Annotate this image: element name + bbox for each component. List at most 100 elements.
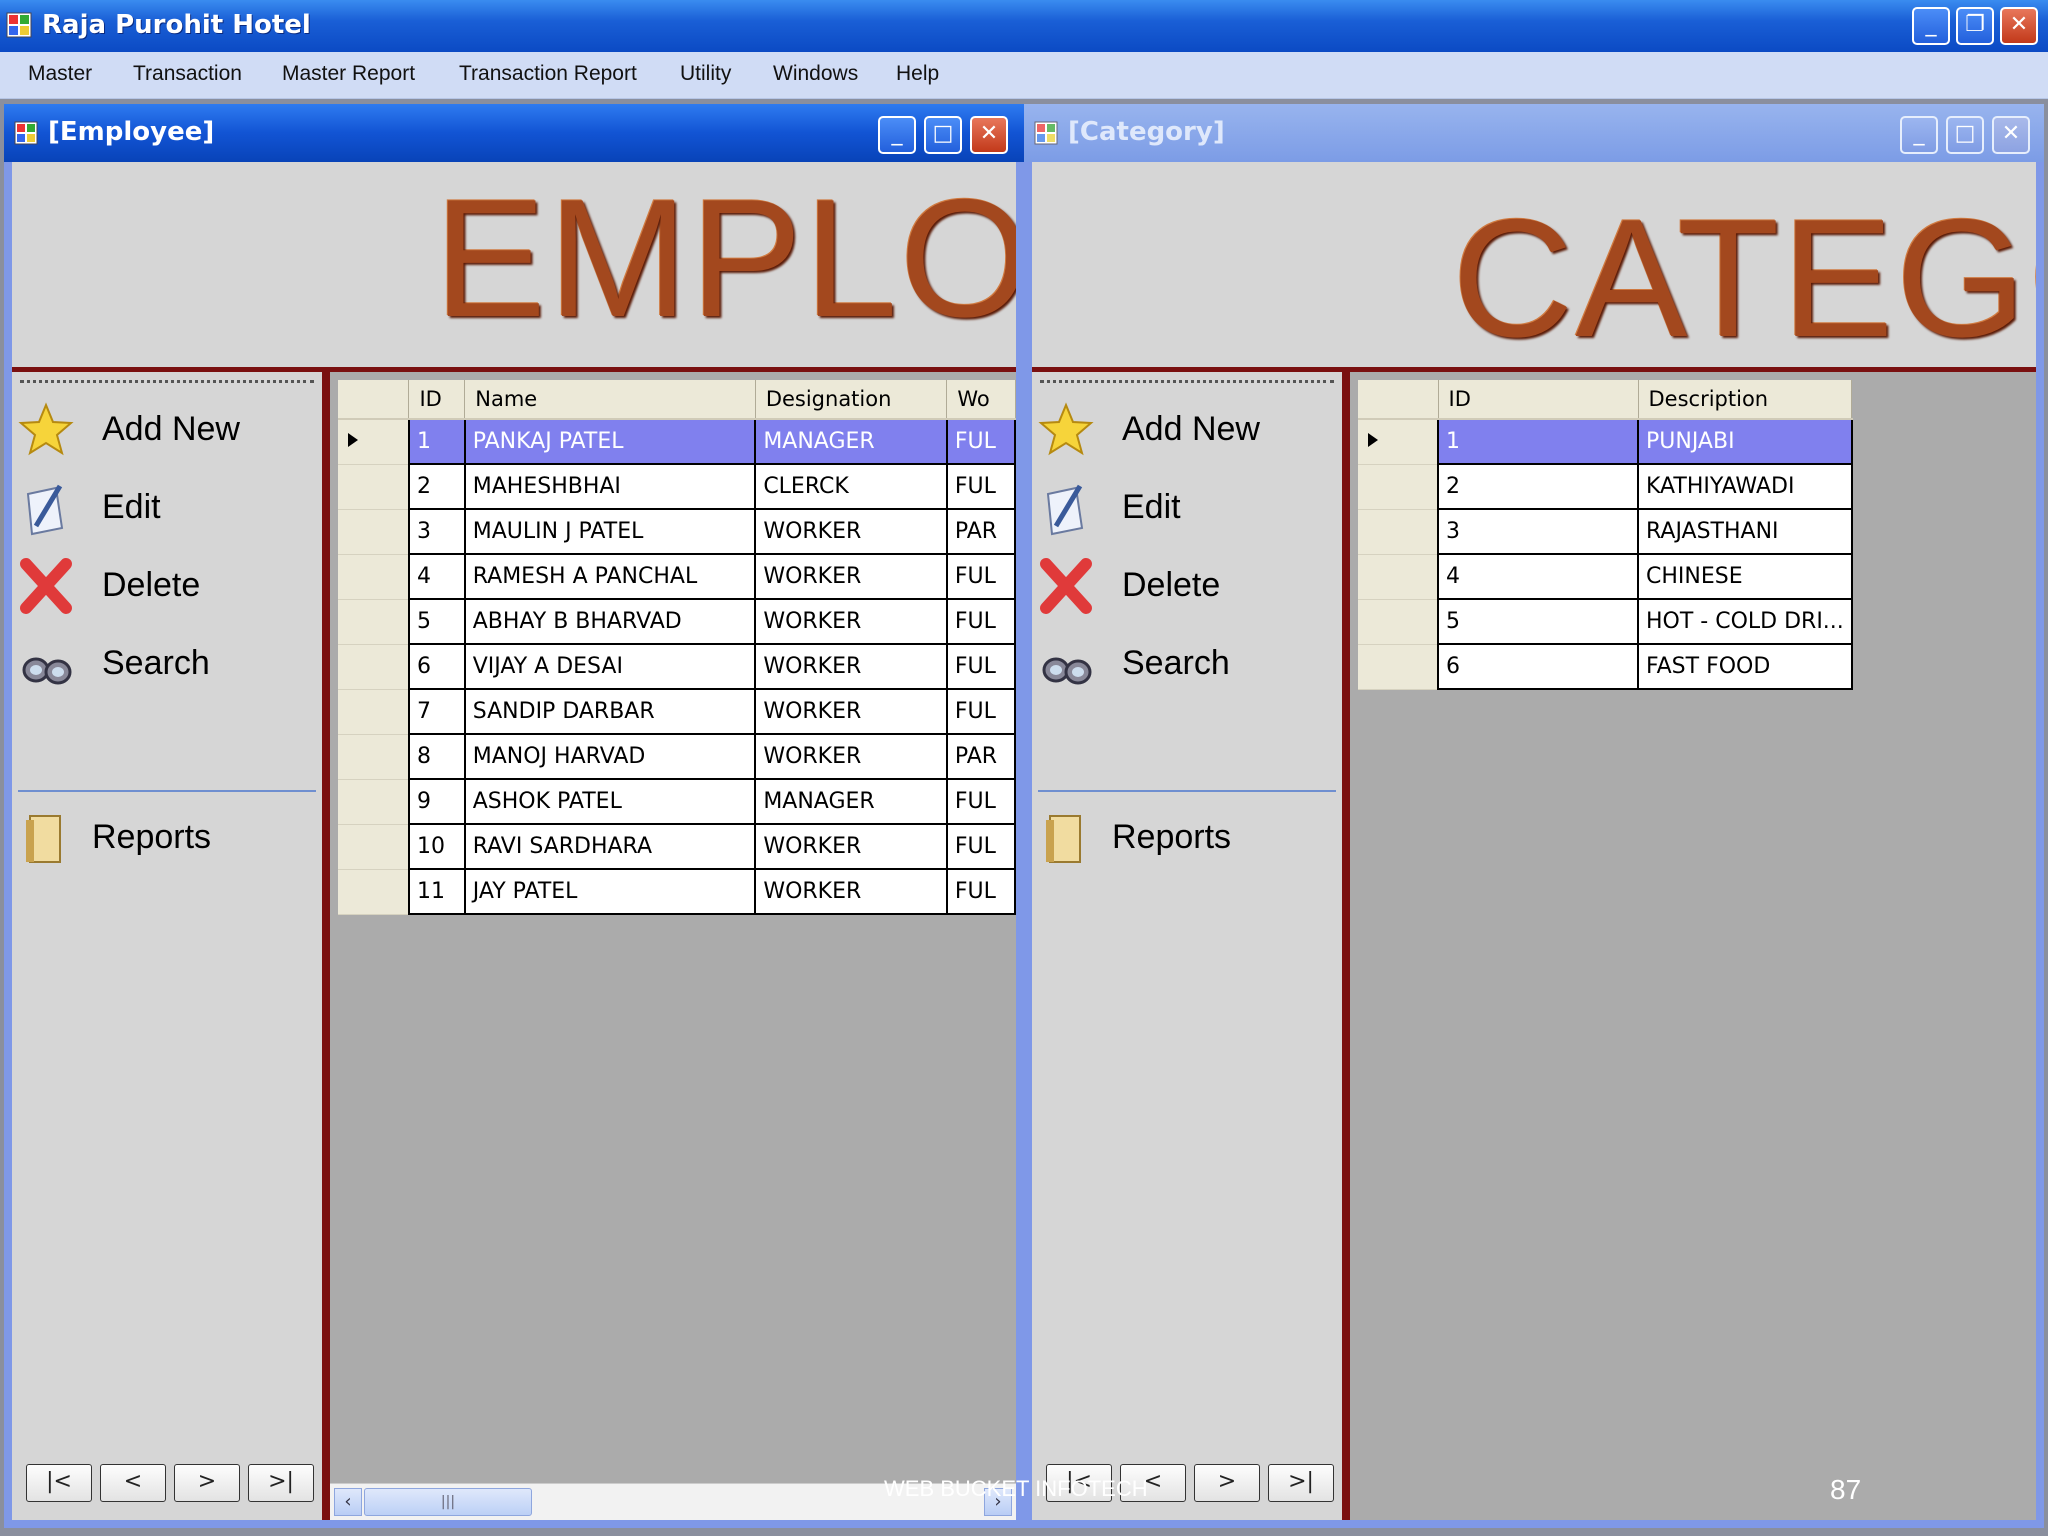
- table-row[interactable]: 4 CHINESE: [1358, 553, 1853, 600]
- nav-prev-button[interactable]: <: [100, 1464, 166, 1502]
- cell-name[interactable]: JAY PATEL: [463, 868, 757, 915]
- app-close-button[interactable]: ✕: [2000, 7, 2038, 45]
- cell-work-type[interactable]: FUL: [945, 868, 1016, 915]
- table-row[interactable]: 1 PANKAJ PATEL MANAGER FUL: [338, 418, 1016, 465]
- cell-work-type[interactable]: FUL: [945, 463, 1016, 510]
- employee-minimize-button[interactable]: _: [878, 116, 916, 154]
- cell-description[interactable]: HOT - COLD DRI...: [1637, 598, 1853, 645]
- cell-name[interactable]: SANDIP DARBAR: [463, 688, 757, 735]
- cell-work-type[interactable]: FUL: [945, 643, 1016, 690]
- row-header[interactable]: [338, 509, 409, 555]
- column-header-id[interactable]: ID: [1438, 380, 1639, 420]
- cell-designation[interactable]: CLERCK: [754, 463, 948, 510]
- app-restore-button[interactable]: ❐: [1956, 7, 1994, 45]
- cell-id[interactable]: 9: [407, 778, 466, 825]
- row-header[interactable]: [338, 869, 409, 915]
- nav-next-button[interactable]: >: [1194, 1464, 1260, 1502]
- search-button[interactable]: Search: [12, 634, 312, 694]
- row-header[interactable]: [338, 824, 409, 870]
- cell-id[interactable]: 11: [407, 868, 466, 915]
- cell-id[interactable]: 8: [407, 733, 466, 780]
- category-maximize-button[interactable]: □: [1946, 116, 1984, 154]
- cell-id[interactable]: 10: [407, 823, 466, 870]
- column-header-work-type[interactable]: Wo: [946, 380, 1016, 420]
- table-row[interactable]: 5 ABHAY B BHARVAD WORKER FUL: [338, 598, 1016, 645]
- delete-button[interactable]: Delete: [1032, 556, 1332, 616]
- row-header[interactable]: [338, 734, 409, 780]
- add-new-button[interactable]: Add New: [12, 400, 312, 460]
- cell-id[interactable]: 3: [407, 508, 466, 555]
- table-row[interactable]: 7 SANDIP DARBAR WORKER FUL: [338, 688, 1016, 735]
- add-new-button[interactable]: Add New: [1032, 400, 1332, 460]
- employee-close-button[interactable]: ✕: [970, 116, 1008, 154]
- cell-id[interactable]: 1: [1437, 418, 1639, 465]
- cell-id[interactable]: 4: [407, 553, 466, 600]
- scroll-left-arrow-icon[interactable]: ‹: [334, 1488, 362, 1516]
- cell-id[interactable]: 3: [1437, 508, 1639, 555]
- column-header-name[interactable]: Name: [464, 380, 756, 420]
- cell-description[interactable]: KATHIYAWADI: [1637, 463, 1853, 510]
- row-header[interactable]: [338, 419, 409, 465]
- row-header[interactable]: [1358, 599, 1438, 645]
- cell-name[interactable]: RAVI SARDHARA: [463, 823, 757, 870]
- cell-description[interactable]: FAST FOOD: [1637, 643, 1853, 690]
- employee-maximize-button[interactable]: □: [924, 116, 962, 154]
- column-header-description[interactable]: Description: [1638, 380, 1853, 420]
- cell-designation[interactable]: MANAGER: [754, 778, 948, 825]
- menu-master[interactable]: Master: [28, 62, 92, 86]
- category-grid[interactable]: ID Description 1 PUNJABI 2 KATHIYAWADI 3 RAJA…: [1358, 380, 1853, 690]
- row-header[interactable]: [1358, 644, 1438, 690]
- employee-grid[interactable]: ID Name Designation Wo 1 PANKAJ PATEL MANA…: [338, 380, 1016, 915]
- cell-designation[interactable]: WORKER: [754, 733, 948, 780]
- cell-work-type[interactable]: PAR: [945, 508, 1016, 555]
- cell-designation[interactable]: WORKER: [754, 823, 948, 870]
- row-header[interactable]: [1358, 509, 1438, 555]
- cell-description[interactable]: PUNJABI: [1637, 418, 1853, 465]
- table-row[interactable]: 1 PUNJABI: [1358, 418, 1853, 465]
- edit-button[interactable]: Edit: [12, 478, 312, 538]
- cell-description[interactable]: CHINESE: [1637, 553, 1853, 600]
- row-header[interactable]: [338, 689, 409, 735]
- table-row[interactable]: 6 VIJAY A DESAI WORKER FUL: [338, 643, 1016, 690]
- menu-transaction[interactable]: Transaction: [133, 62, 242, 86]
- app-minimize-button[interactable]: _: [1912, 7, 1950, 45]
- cell-name[interactable]: MANOJ HARVAD: [463, 733, 757, 780]
- cell-id[interactable]: 5: [407, 598, 466, 645]
- cell-id[interactable]: 2: [407, 463, 466, 510]
- cell-work-type[interactable]: PAR: [945, 733, 1016, 780]
- table-row[interactable]: 2 KATHIYAWADI: [1358, 463, 1853, 510]
- row-header[interactable]: [1358, 464, 1438, 510]
- cell-id[interactable]: 6: [1437, 643, 1639, 690]
- menu-transaction-report[interactable]: Transaction Report: [459, 62, 637, 86]
- cell-id[interactable]: 4: [1437, 553, 1639, 600]
- cell-name[interactable]: ASHOK PATEL: [463, 778, 757, 825]
- table-row[interactable]: 11 JAY PATEL WORKER FUL: [338, 868, 1016, 915]
- category-close-button[interactable]: ✕: [1992, 116, 2030, 154]
- cell-name[interactable]: ABHAY B BHARVAD: [463, 598, 757, 645]
- cell-id[interactable]: 7: [407, 688, 466, 735]
- row-header[interactable]: [338, 644, 409, 690]
- cell-designation[interactable]: WORKER: [754, 643, 948, 690]
- table-row[interactable]: 6 FAST FOOD: [1358, 643, 1853, 690]
- table-row[interactable]: 2 MAHESHBHAI CLERCK FUL: [338, 463, 1016, 510]
- cell-name[interactable]: VIJAY A DESAI: [463, 643, 757, 690]
- cell-work-type[interactable]: FUL: [945, 778, 1016, 825]
- cell-designation[interactable]: WORKER: [754, 598, 948, 645]
- nav-last-button[interactable]: >|: [248, 1464, 314, 1502]
- cell-description[interactable]: RAJASTHANI: [1637, 508, 1853, 555]
- nav-next-button[interactable]: >: [174, 1464, 240, 1502]
- cell-work-type[interactable]: FUL: [945, 598, 1016, 645]
- table-row[interactable]: 9 ASHOK PATEL MANAGER FUL: [338, 778, 1016, 825]
- nav-last-button[interactable]: >|: [1268, 1464, 1334, 1502]
- search-button[interactable]: Search: [1032, 634, 1332, 694]
- cell-name[interactable]: MAULIN J PATEL: [463, 508, 757, 555]
- cell-designation[interactable]: WORKER: [754, 508, 948, 555]
- cell-designation[interactable]: WORKER: [754, 688, 948, 735]
- row-header[interactable]: [1358, 554, 1438, 600]
- cell-work-type[interactable]: FUL: [945, 688, 1016, 735]
- cell-id[interactable]: 5: [1437, 598, 1639, 645]
- table-row[interactable]: 5 HOT - COLD DRI...: [1358, 598, 1853, 645]
- row-header[interactable]: [1358, 419, 1438, 465]
- cell-id[interactable]: 2: [1437, 463, 1639, 510]
- cell-name[interactable]: RAMESH A PANCHAL: [463, 553, 757, 600]
